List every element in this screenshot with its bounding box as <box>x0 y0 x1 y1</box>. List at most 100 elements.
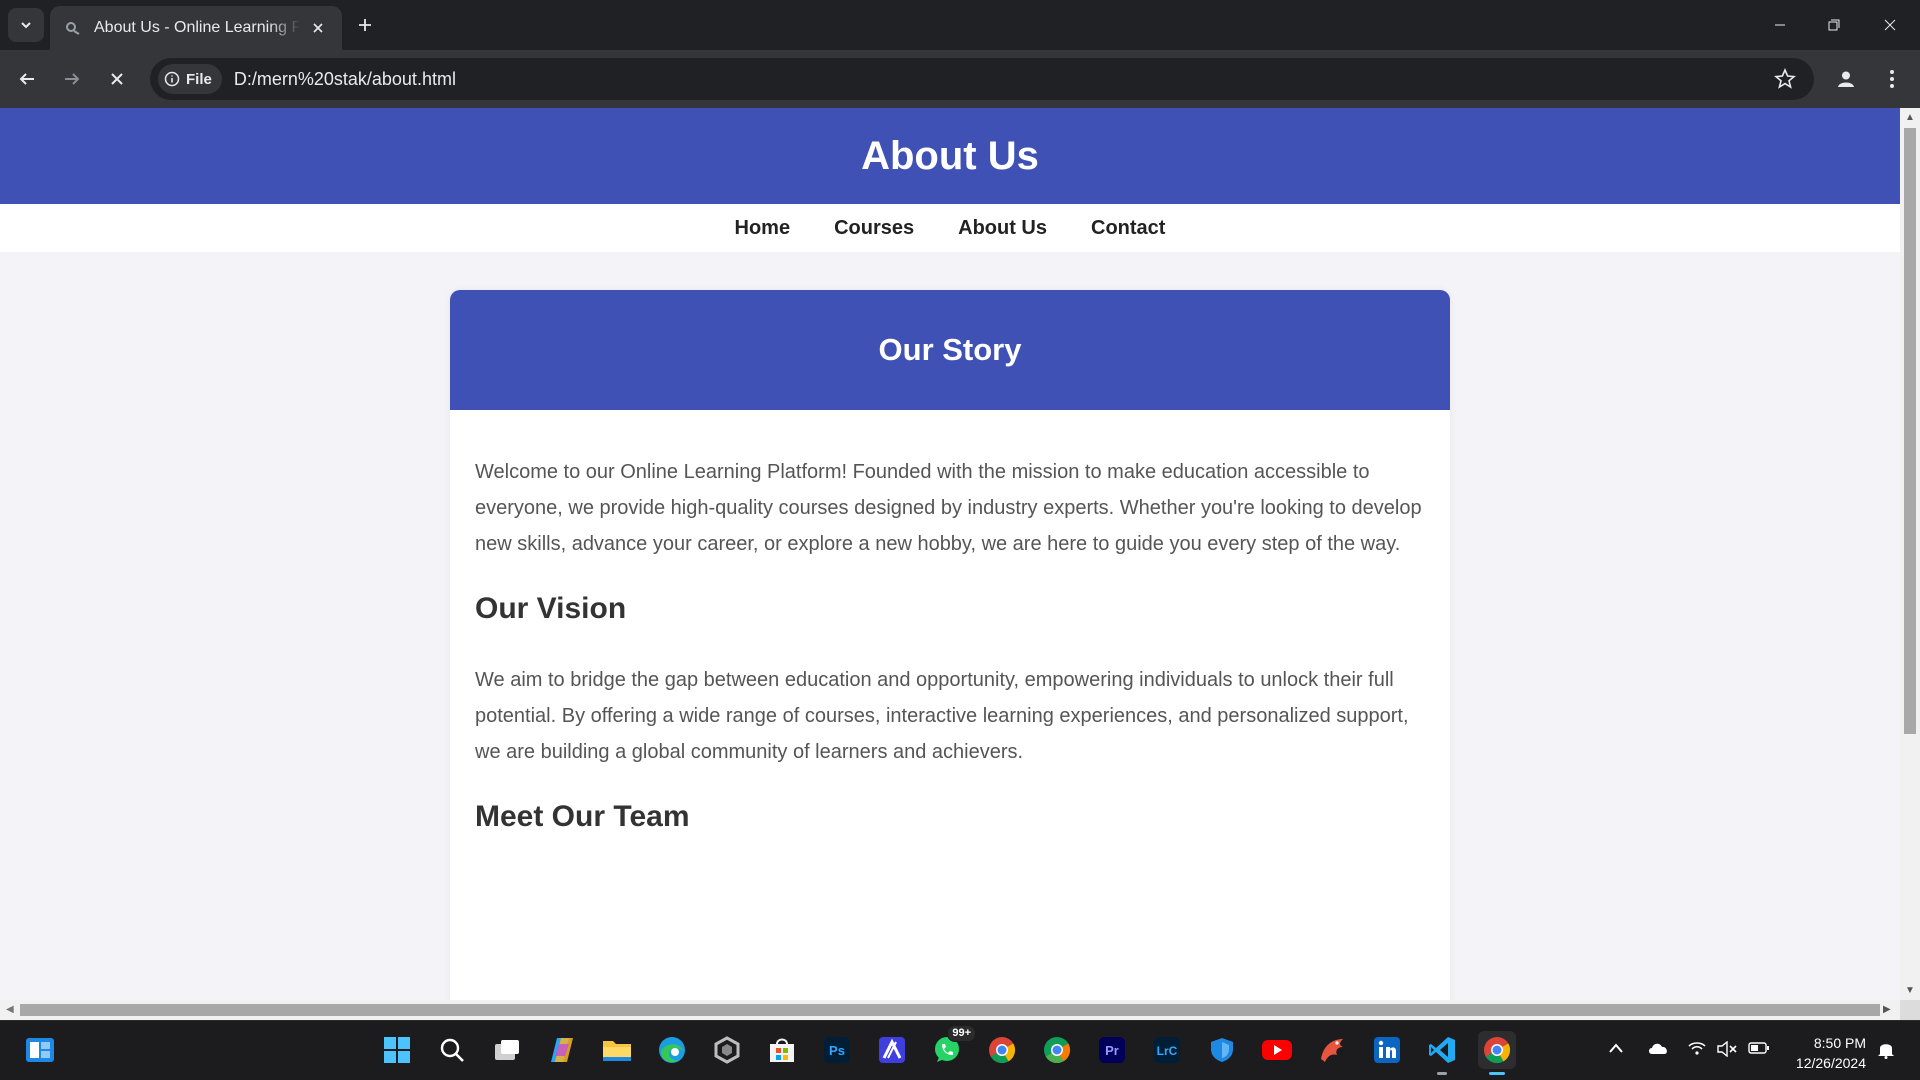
premiere-button[interactable]: Pr <box>1093 1031 1131 1069</box>
browser-tab-active[interactable]: About Us - Online Learning Platform <box>50 6 342 50</box>
vision-heading: Our Vision <box>475 592 627 625</box>
chrome-button[interactable] <box>983 1031 1021 1069</box>
scroll-down-icon[interactable]: ▼ <box>1905 986 1915 996</box>
slanted-a-app-icon <box>879 1037 905 1063</box>
stop-loading-button[interactable] <box>100 62 134 96</box>
bookmark-star-icon[interactable] <box>1774 67 1796 90</box>
svg-text:Ps: Ps <box>829 1043 845 1058</box>
plus-icon <box>359 19 371 31</box>
widgets-icon <box>26 1038 54 1062</box>
clock-date: 12/26/2024 <box>1795 1055 1866 1071</box>
horizontal-scrollbar[interactable]: ◀ ▶ <box>0 1000 1900 1020</box>
tray-overflow-button[interactable] <box>1608 1041 1624 1057</box>
site-header: About Us <box>0 108 1900 204</box>
active-indicator <box>1489 1072 1505 1075</box>
restore-icon <box>1828 19 1840 31</box>
file-explorer-button[interactable] <box>598 1031 636 1069</box>
url-text[interactable]: D:/mern%20stak/about.html <box>234 69 456 90</box>
tab-search-button[interactable] <box>8 8 44 42</box>
battery-icon <box>1748 1042 1769 1054</box>
site-nav: Home Courses About Us Contact <box>0 204 1900 252</box>
whatsapp-button[interactable]: 99+ <box>928 1025 976 1069</box>
vertical-scrollbar[interactable]: ▲ ▼ <box>1900 108 1920 1000</box>
nav-link-courses[interactable]: Courses <box>834 217 914 240</box>
photoshop-button[interactable]: Ps <box>818 1031 856 1069</box>
task-view-button[interactable] <box>488 1031 526 1069</box>
svg-text:LrC: LrC <box>1157 1044 1178 1058</box>
close-icon <box>1884 19 1896 31</box>
youtube-icon <box>1262 1040 1292 1060</box>
edge-icon <box>659 1037 685 1063</box>
close-window-button[interactable] <box>1862 0 1918 50</box>
scroll-right-icon[interactable]: ▶ <box>1883 1005 1891 1015</box>
scroll-left-icon[interactable]: ◀ <box>6 1005 14 1015</box>
app-button[interactable] <box>708 1031 746 1069</box>
chrome-alt-button[interactable] <box>1038 1031 1076 1069</box>
bell-icon <box>1878 1044 1894 1059</box>
lightroom-classic-icon: LrC <box>1154 1037 1180 1063</box>
vertical-scroll-thumb[interactable] <box>1904 128 1916 734</box>
store-button[interactable] <box>763 1031 801 1069</box>
nav-link-home[interactable]: Home <box>735 217 791 240</box>
close-tab-icon[interactable] <box>308 18 328 38</box>
page-viewport: About Us Home Courses About Us Contact O… <box>0 108 1900 1000</box>
widgets-button[interactable] <box>21 1031 59 1069</box>
arrow-left-icon <box>19 73 34 85</box>
scrollbar-corner <box>1900 1000 1920 1020</box>
task-view-icon <box>495 1040 519 1060</box>
start-button[interactable] <box>378 1031 416 1069</box>
shield-icon <box>1211 1038 1233 1062</box>
copilot-button[interactable] <box>543 1031 581 1069</box>
notification-badge: 99+ <box>947 1025 976 1042</box>
clock[interactable]: 8:50 PM 12/26/2024 <box>1796 1033 1866 1073</box>
site-info-chip[interactable]: File <box>158 64 222 94</box>
chevron-down-icon <box>21 22 31 29</box>
scheme-label: File <box>186 70 212 88</box>
team-heading: Meet Our Team <box>475 800 690 833</box>
network-button[interactable] <box>1688 1041 1706 1058</box>
search-icon <box>440 1038 464 1062</box>
forward-button[interactable] <box>55 62 89 96</box>
address-bar[interactable]: File D:/mern%20stak/about.html <box>150 58 1814 100</box>
chrome-active-button[interactable] <box>1478 1031 1516 1075</box>
minimize-button[interactable] <box>1752 0 1808 50</box>
browser-tabbar: About Us - Online Learning Platform <box>0 0 1920 50</box>
onedrive-button[interactable] <box>1647 1041 1669 1058</box>
vscode-button[interactable] <box>1423 1031 1461 1075</box>
back-button[interactable] <box>10 62 44 96</box>
volume-button[interactable] <box>1716 1040 1738 1060</box>
copilot-icon <box>551 1038 573 1062</box>
arrow-right-icon <box>65 73 80 85</box>
running-indicator <box>1437 1072 1447 1075</box>
card-body: Welcome to our Online Learning Platform!… <box>450 410 1450 834</box>
svg-text:Pr: Pr <box>1105 1043 1119 1058</box>
store-icon <box>770 1038 794 1062</box>
linkedin-button[interactable] <box>1368 1031 1406 1069</box>
tab-title: About Us - Online Learning Platform <box>94 19 300 36</box>
notifications-button[interactable] <box>1877 1039 1895 1062</box>
nav-link-contact[interactable]: Contact <box>1091 217 1165 240</box>
battery-button[interactable] <box>1748 1041 1770 1058</box>
volume-muted-icon <box>1717 1040 1737 1058</box>
new-tab-button[interactable] <box>352 12 378 38</box>
wifi-icon <box>1688 1042 1706 1055</box>
nav-link-about[interactable]: About Us <box>958 217 1047 240</box>
scroll-up-icon[interactable]: ▲ <box>1905 113 1915 123</box>
minimize-icon <box>1775 24 1785 26</box>
lightroom-button[interactable]: LrC <box>1148 1031 1186 1069</box>
app-a-button[interactable] <box>873 1031 911 1069</box>
vision-paragraph: We aim to bridge the gap between educati… <box>475 669 1409 763</box>
defender-button[interactable] <box>1203 1031 1241 1069</box>
more-vertical-icon <box>1890 70 1894 88</box>
chevron-up-icon <box>1609 1043 1623 1053</box>
browser-menu-button[interactable] <box>1875 62 1909 96</box>
profile-button[interactable] <box>1829 62 1863 96</box>
close-icon <box>111 73 123 85</box>
search-button[interactable] <box>433 1031 471 1069</box>
app-dragon-button[interactable] <box>1313 1031 1351 1069</box>
restore-button[interactable] <box>1806 0 1862 50</box>
edge-button[interactable] <box>653 1031 691 1069</box>
horizontal-scroll-thumb[interactable] <box>20 1004 1880 1016</box>
card-title: Our Story <box>450 290 1450 410</box>
youtube-button[interactable] <box>1258 1031 1296 1069</box>
